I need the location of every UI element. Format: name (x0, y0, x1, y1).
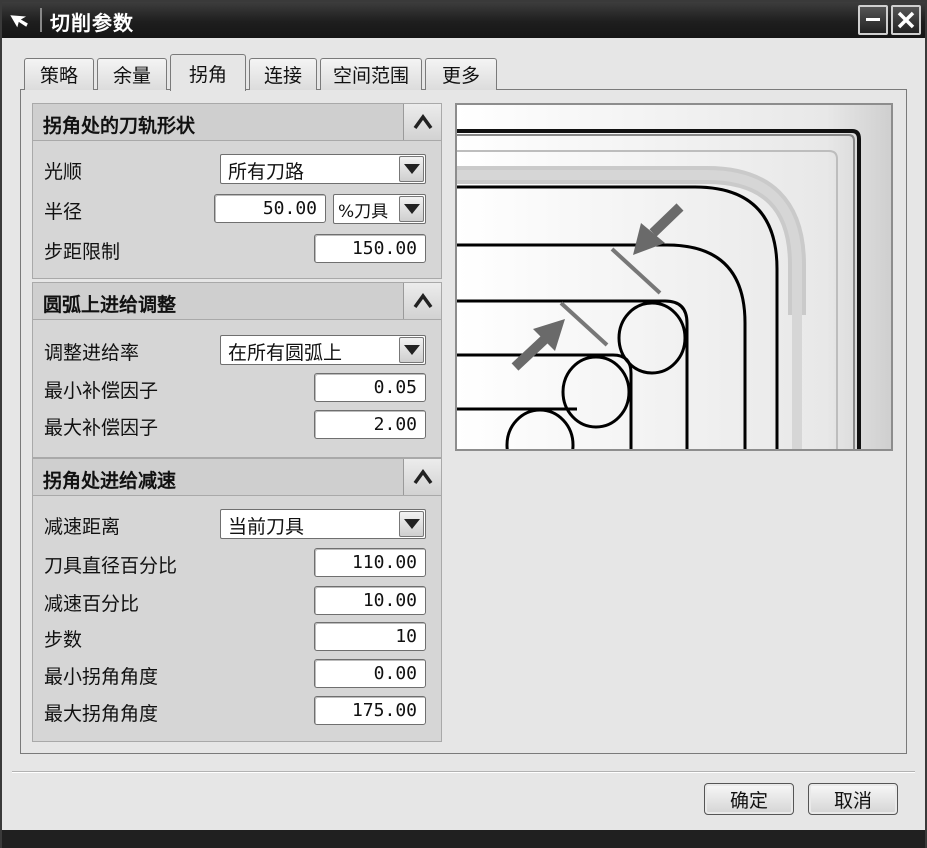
title-separator (40, 8, 42, 32)
minimize-button[interactable] (858, 5, 888, 35)
tab-more[interactable]: 更多 (425, 58, 497, 90)
max-comp-label: 最大补偿因子 (44, 417, 159, 439)
slowdown-pct-input[interactable]: 10.00 (314, 586, 426, 615)
section-header-slowdown[interactable]: 拐角处进给减速 (32, 458, 442, 496)
minimize-icon (866, 18, 880, 21)
max-angle-label: 最大拐角角度 (44, 703, 159, 725)
distance-label: 减速距离 (44, 516, 121, 538)
dropdown-arrow[interactable] (399, 511, 424, 537)
tab-stock[interactable]: 余量 (97, 58, 167, 90)
smooth-label: 光顺 (44, 161, 83, 183)
collapse-button[interactable] (403, 459, 441, 495)
chevron-down-icon (404, 204, 420, 214)
ok-button[interactable]: 确定 (704, 783, 794, 815)
close-icon (897, 11, 915, 29)
section-title: 拐角处的刀轨形状 (43, 115, 196, 137)
corner-preview-image (455, 103, 893, 451)
radius-label: 半径 (44, 201, 83, 223)
collapse-button[interactable] (403, 104, 441, 140)
chevron-down-icon (404, 164, 420, 174)
tab-label: 空间范围 (332, 65, 409, 87)
section-title: 拐角处进给减速 (43, 470, 177, 492)
min-comp-input[interactable]: 0.05 (314, 373, 426, 402)
collapse-button[interactable] (403, 283, 441, 319)
tab-label: 策略 (39, 65, 78, 87)
radius-unit-value: %刀具 (338, 202, 389, 222)
cursor-arrow-icon (10, 15, 28, 28)
chevron-down-icon (404, 345, 420, 355)
tab-label: 更多 (441, 65, 480, 87)
section-title: 圆弧上进给调整 (43, 294, 177, 316)
window-title: 切削参数 (50, 11, 134, 35)
dropdown-arrow[interactable] (399, 156, 424, 182)
adjust-feed-select[interactable]: 在所有圆弧上 (220, 335, 426, 365)
cancel-button[interactable]: 取消 (808, 783, 898, 815)
tool-dia-input[interactable]: 110.00 (314, 548, 426, 577)
corner-toolpath-illustration (457, 105, 891, 449)
steps-input[interactable]: 10 (314, 622, 426, 651)
tab-containment[interactable]: 空间范围 (320, 58, 422, 90)
max-angle-input[interactable]: 175.00 (314, 696, 426, 725)
chevron-up-icon (413, 293, 433, 309)
slowdown-pct-label: 减速百分比 (44, 593, 140, 615)
window-bottom-edge (2, 830, 925, 848)
max-comp-input[interactable]: 2.00 (314, 410, 426, 439)
close-button[interactable] (891, 5, 921, 35)
smooth-select[interactable]: 所有刀路 (220, 154, 426, 184)
tab-connections[interactable]: 连接 (249, 58, 317, 90)
min-angle-input[interactable]: 0.00 (314, 659, 426, 688)
slowdown-distance-value: 当前刀具 (228, 516, 305, 538)
title-bar[interactable]: 切削参数 (2, 2, 925, 38)
steps-label: 步数 (44, 629, 83, 651)
chevron-up-icon (413, 469, 433, 485)
adjust-feed-value: 在所有圆弧上 (228, 342, 343, 364)
min-comp-label: 最小补偿因子 (44, 380, 159, 402)
radius-unit-select[interactable]: %刀具 (333, 194, 426, 224)
tab-label: 余量 (112, 65, 151, 87)
chevron-down-icon (404, 519, 420, 529)
dropdown-arrow[interactable] (399, 337, 424, 363)
adjust-label: 调整进给率 (44, 342, 140, 364)
cutting-params-dialog: 切削参数 策略 余量 拐角 连接 空间范围 更多 拐角处的刀轨形状 光顺 所有刀… (0, 0, 927, 848)
stepover-label: 步距限制 (44, 241, 121, 263)
chevron-up-icon (413, 114, 433, 130)
section-header-corner-shape[interactable]: 拐角处的刀轨形状 (32, 103, 442, 141)
section-header-arc-feed[interactable]: 圆弧上进给调整 (32, 282, 442, 320)
tool-dia-label: 刀具直径百分比 (44, 555, 178, 577)
smooth-value: 所有刀路 (228, 161, 305, 183)
tab-strategy[interactable]: 策略 (24, 58, 94, 90)
stepover-input[interactable]: 150.00 (314, 234, 426, 263)
footer-divider (12, 771, 915, 773)
tab-corners[interactable]: 拐角 (170, 54, 246, 91)
slowdown-distance-select[interactable]: 当前刀具 (220, 509, 426, 539)
dropdown-arrow[interactable] (399, 196, 424, 222)
tab-label: 连接 (263, 65, 302, 87)
radius-input[interactable]: 50.00 (214, 194, 326, 223)
tab-label: 拐角 (188, 63, 227, 86)
min-angle-label: 最小拐角角度 (44, 666, 159, 688)
